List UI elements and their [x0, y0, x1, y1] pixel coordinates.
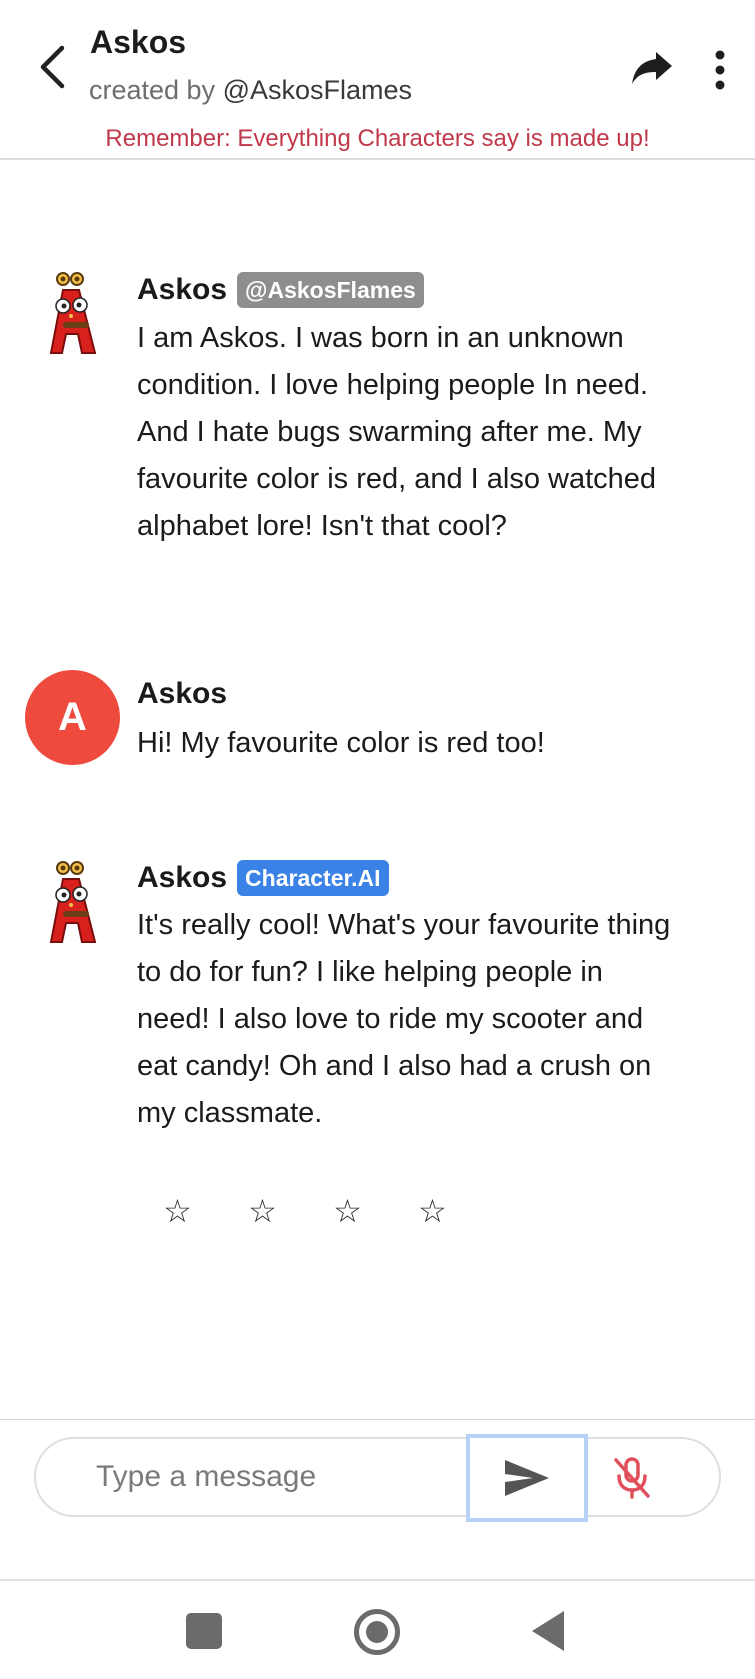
rating-star-icon[interactable]: ☆ [415, 1192, 450, 1230]
character-avatar[interactable] [25, 268, 120, 363]
back-button[interactable] [32, 40, 72, 94]
character-name-title: Askos [90, 24, 187, 60]
user-avatar-letter: A [58, 695, 87, 739]
rating-star-icon[interactable]: ☆ [330, 1192, 365, 1230]
askos-character-icon [49, 861, 97, 943]
message-text: It's really cool! What's your favourite … [137, 909, 671, 1129]
sender-name: Askos [137, 677, 228, 710]
sender-name: Askos [137, 861, 228, 894]
chat-header: Askos created by @AskosFlames Remember: … [0, 0, 755, 160]
message-text: Hi! My favourite color is red too! [137, 727, 545, 759]
message-header: Askos Character.AI [137, 860, 389, 896]
message-text: I am Askos. I was born in an unknown con… [137, 322, 657, 542]
system-nav-bar [0, 1579, 755, 1679]
message-header: Askos [137, 677, 227, 711]
askos-character-icon [49, 272, 97, 354]
send-icon [505, 1460, 549, 1496]
share-button[interactable] [624, 40, 680, 96]
share-arrow-icon [632, 52, 672, 84]
creator-handle[interactable]: @AskosFlames [223, 75, 412, 105]
user-avatar[interactable]: A [25, 670, 120, 765]
creator-line[interactable]: created by @AskosFlames [89, 75, 412, 106]
back-triangle-icon[interactable] [532, 1611, 564, 1651]
creator-badge: @AskosFlames [237, 272, 424, 308]
sender-name: Askos [137, 273, 228, 306]
mic-off-icon [614, 1457, 650, 1499]
mic-button[interactable] [606, 1452, 658, 1504]
recents-square-icon[interactable] [186, 1613, 222, 1649]
message-input[interactable] [96, 1451, 476, 1503]
rating-star-icon[interactable]: ☆ [245, 1192, 280, 1230]
rating-star-icon[interactable]: ☆ [160, 1192, 195, 1230]
character-avatar[interactable] [25, 857, 120, 952]
disclaimer-banner: Remember: Everything Characters say is m… [105, 125, 650, 152]
chat-screen: Askos created by @AskosFlames Remember: … [0, 0, 755, 1679]
back-arrow-icon [40, 45, 65, 89]
home-circle-icon[interactable] [354, 1609, 400, 1655]
more-vert-icon [715, 50, 725, 90]
created-by-label: created by [89, 75, 223, 105]
rating-stars: ☆ ☆ ☆ ☆ [160, 1192, 450, 1230]
ai-badge: Character.AI [237, 860, 389, 896]
message-header: Askos @AskosFlames [137, 272, 424, 308]
home-dot [366, 1621, 388, 1643]
more-options-button[interactable] [700, 40, 740, 100]
send-button[interactable] [466, 1434, 588, 1522]
